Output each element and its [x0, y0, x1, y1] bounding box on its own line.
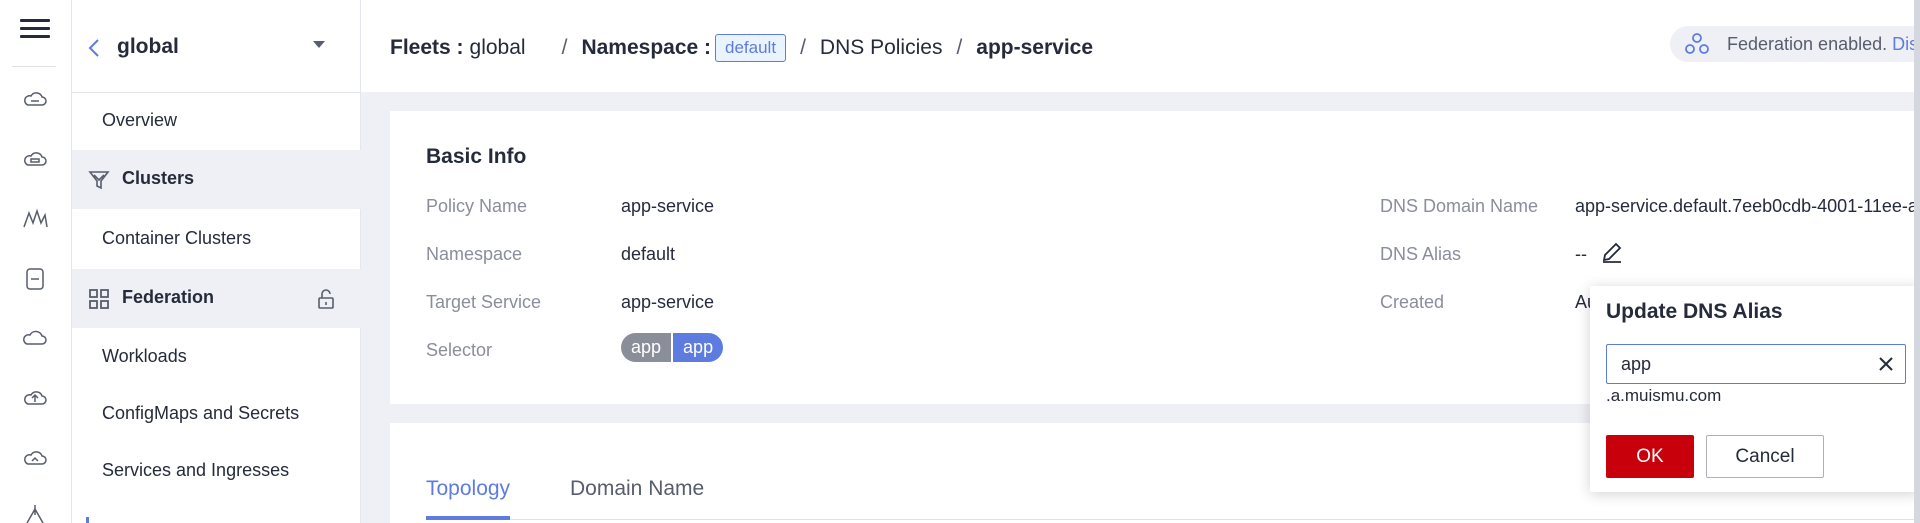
breadcrumb-separator: / [956, 36, 963, 59]
breadcrumb-separator: / [800, 36, 806, 59]
breadcrumb: Fleets : global / Namespace : default / … [390, 34, 1093, 62]
ok-button[interactable]: OK [1606, 435, 1694, 478]
update-dns-alias-popover: Update DNS Alias .a.muismu.com OK Cancel [1590, 286, 1920, 492]
nav-title: global [117, 35, 179, 58]
sidebar-item-workloads[interactable]: Workloads [72, 328, 361, 387]
scrollbar[interactable] [1914, 0, 1920, 523]
chevron-left-icon[interactable] [86, 36, 102, 60]
selector-label: Selector [426, 340, 493, 360]
selector-value: app [673, 333, 724, 362]
target-service-label: Target Service [426, 292, 542, 312]
tab-active-indicator [426, 516, 510, 520]
breadcrumb-namespace-label: Namespace : [581, 36, 712, 59]
namespace-label: Namespace [426, 244, 523, 264]
dns-alias-value: -- [1575, 244, 1587, 264]
nav-header: global [72, 0, 360, 93]
sidebar-item-label: Container Clusters [102, 228, 252, 248]
federation-status-badge: Federation enabled. Dis [1670, 26, 1920, 62]
sidebar-item-container-clusters[interactable]: Container Clusters [72, 210, 361, 269]
sidebar-item-label: Workloads [102, 346, 187, 366]
federation-icon [1685, 33, 1709, 54]
target-service-value: app-service [621, 292, 715, 312]
sidebar-item-services-ingresses[interactable]: Services and Ingresses [72, 442, 361, 501]
popover-title: Update DNS Alias [1606, 300, 1783, 323]
rail-divider [12, 66, 56, 67]
grid-icon [89, 289, 109, 309]
sidebar-group-federation[interactable]: Federation [72, 269, 361, 328]
sidebar-item-label: ConfigMaps and Secrets [102, 403, 300, 423]
cloud-icon[interactable] [21, 86, 49, 114]
breadcrumb-fleets-label: Fleets : [390, 36, 464, 59]
tab-topology[interactable]: Topology [426, 477, 510, 501]
federation-enabled-text: Federation enabled. [1727, 34, 1888, 54]
header-bar: Fleets : global / Namespace : default / … [361, 0, 1920, 92]
device-icon[interactable] [21, 265, 49, 293]
policy-name-label: Policy Name [426, 196, 528, 216]
sidebar-group-label: Federation [122, 287, 215, 307]
edit-icon[interactable] [1600, 240, 1624, 264]
cloud-outline-icon[interactable] [21, 325, 49, 353]
sidebar-item-configmaps-secrets[interactable]: ConfigMaps and Secrets [72, 385, 361, 444]
namespace-value: default [621, 244, 676, 264]
tab-underline [426, 519, 1920, 520]
unlock-icon[interactable] [316, 288, 336, 310]
policy-name-value: app-service [621, 196, 715, 216]
caret-down-icon[interactable] [313, 41, 325, 48]
breadcrumb-current: app-service [976, 36, 1094, 59]
cloud-upload-icon[interactable] [21, 385, 49, 413]
breadcrumb-fleets-value[interactable]: global [470, 36, 526, 60]
dns-domain-label: DNS Domain Name [1380, 196, 1539, 216]
namespace-tag[interactable]: default [715, 34, 787, 62]
mountain-icon[interactable] [21, 205, 49, 233]
icon-rail [0, 0, 72, 523]
created-label: Created [1380, 292, 1445, 312]
dns-alias-suffix: .a.muismu.com [1606, 386, 1722, 405]
section-title: Basic Info [426, 145, 527, 168]
dns-alias-input[interactable] [1606, 344, 1906, 384]
tab-domain-name[interactable]: Domain Name [570, 477, 704, 501]
selector-tag: app app [621, 333, 724, 362]
filter-icon [88, 171, 110, 190]
menu-icon[interactable] [20, 14, 50, 44]
sidebar-item-label: Overview [102, 110, 178, 130]
selector-key: app [621, 333, 672, 362]
network-icon[interactable] [21, 503, 49, 523]
sidebar-item-label: Services and Ingresses [102, 460, 290, 480]
cloud-storage-icon[interactable] [21, 146, 49, 174]
cancel-button[interactable]: Cancel [1706, 435, 1824, 478]
cloud-sync-icon[interactable] [21, 445, 49, 473]
nav-sidebar: global Overview Clusters Container Clust… [72, 0, 361, 523]
federation-status-text: Federation enabled. Dis [1727, 34, 1918, 55]
sidebar-group-clusters[interactable]: Clusters [72, 150, 361, 209]
sidebar-item-overview[interactable]: Overview [72, 92, 361, 151]
sidebar-group-label: Clusters [122, 168, 195, 188]
clear-icon[interactable] [1874, 352, 1898, 376]
dns-alias-label: DNS Alias [1380, 244, 1462, 264]
dns-domain-value: app-service.default.7eeb0cdb-4001-11ee-a [1575, 196, 1918, 216]
sidebar-active-marker [86, 517, 89, 523]
breadcrumb-dns-policies[interactable]: DNS Policies [820, 36, 943, 60]
breadcrumb-separator: / [561, 36, 568, 59]
